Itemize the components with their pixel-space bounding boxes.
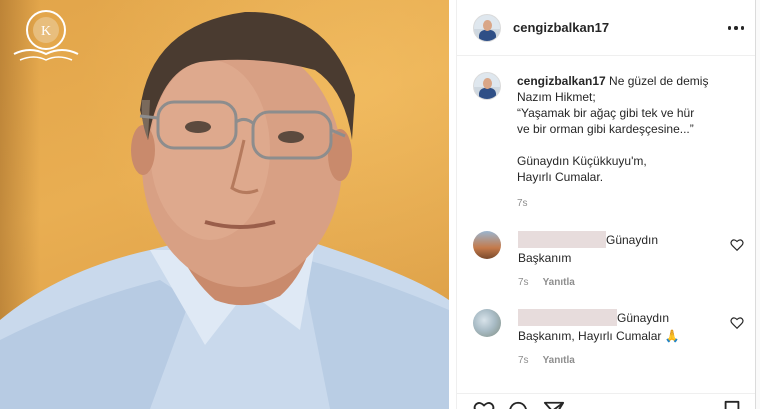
caption-username[interactable]: cengizbalkan17 (517, 74, 606, 88)
comment-timestamp[interactable]: 7s (518, 355, 529, 366)
comment-bubble-icon[interactable] (507, 400, 529, 409)
comment-meta: 7s Yanıtla (518, 277, 575, 288)
comment-text-rest: Başkanım (518, 251, 572, 265)
caption-line-4: ve bir orman gibi kardeşçesine...” (517, 122, 694, 136)
like-comment-heart-icon[interactable] (730, 238, 744, 252)
caption-line-5: Günaydın Küçükkuyu'm, (517, 154, 647, 168)
share-send-icon[interactable] (543, 400, 565, 409)
reply-button[interactable]: Yanıtla (543, 277, 575, 288)
post-action-bar (457, 393, 760, 409)
caption-line-1: Ne güzel de demiş (605, 74, 709, 88)
like-heart-icon[interactable] (473, 400, 495, 409)
commenter-avatar[interactable] (473, 231, 501, 259)
municipality-logo: K (13, 10, 79, 61)
caption-text: cengizbalkan17 Ne güzel de demiş Nazım H… (517, 73, 749, 185)
post-side-panel: cengizbalkan17 cengizbalkan17 Ne güzel d… (456, 0, 760, 409)
commenter-avatar[interactable] (473, 309, 501, 337)
author-username[interactable]: cengizbalkan17 (513, 20, 609, 35)
comment-meta: 7s Yanıtla (518, 355, 575, 366)
like-comment-heart-icon[interactable] (730, 316, 744, 330)
post-header: cengizbalkan17 (457, 0, 760, 56)
comment-timestamp[interactable]: 7s (518, 277, 529, 288)
post-photo[interactable]: K (0, 0, 449, 409)
caption-author-avatar[interactable] (473, 72, 501, 100)
caption-line-6: Hayırlı Cumalar. (517, 170, 604, 184)
svg-text:K: K (41, 24, 51, 39)
author-avatar[interactable] (473, 13, 501, 42)
caption-timestamp[interactable]: 7s (517, 198, 528, 209)
comment-text-first: Günaydın (606, 233, 659, 247)
redacted-username (518, 309, 617, 326)
comment-text: Günaydın Başkanım (518, 231, 728, 267)
comment-text-first: Günaydın (617, 311, 670, 325)
redacted-username (518, 231, 606, 248)
reply-button[interactable]: Yanıtla (543, 355, 575, 366)
comment-text-rest: Başkanım, Hayırlı Cumalar 🙏 (518, 329, 680, 343)
media-panel-divider (449, 0, 456, 409)
caption-line-2: Nazım Hikmet; (517, 90, 596, 104)
window-right-edge (755, 0, 760, 409)
comment-text: Günaydın Başkanım, Hayırlı Cumalar 🙏 (518, 309, 728, 345)
caption-line-3: “Yaşamak bir ağaç gibi tek ve hür (517, 106, 695, 120)
save-bookmark-icon[interactable] (721, 400, 743, 409)
more-options-icon[interactable] (727, 19, 745, 37)
